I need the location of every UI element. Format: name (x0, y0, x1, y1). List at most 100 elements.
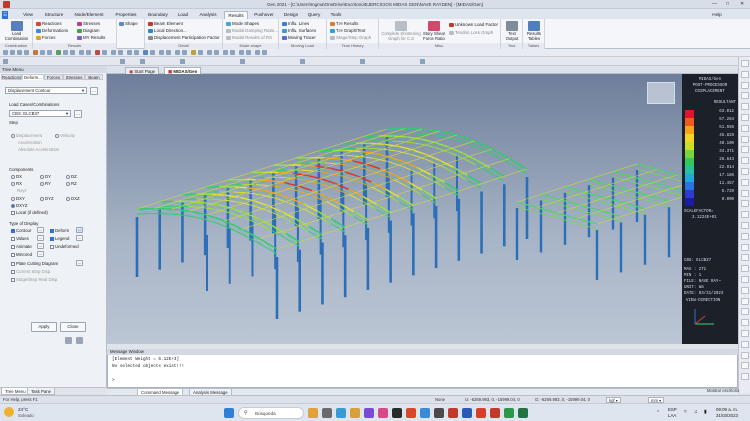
display-contour[interactable]: Contour (11, 228, 31, 233)
tool-button[interactable] (120, 59, 125, 64)
wifi-icon[interactable]: ≈ (684, 409, 687, 415)
load-combination-button[interactable]: Load Combination (2, 21, 31, 41)
influ-surfaces-button[interactable]: Influ. Surfaces (282, 28, 316, 33)
tab-tree-menu[interactable]: Tree Menu (1, 388, 30, 395)
deform-options-button[interactable]: ... (76, 227, 83, 233)
view-tool-button[interactable] (741, 211, 749, 219)
view-tool-button[interactable] (741, 60, 749, 67)
copy-icon[interactable] (76, 337, 83, 344)
view-tool-button[interactable] (741, 114, 749, 121)
display-legend[interactable]: Legend (50, 236, 69, 241)
volume-icon[interactable]: ♫ (694, 409, 698, 415)
view-tool-button[interactable] (741, 81, 749, 89)
view-tool-button[interactable] (741, 135, 749, 143)
tool-button[interactable] (207, 50, 212, 55)
result-type-select[interactable]: Displacement Contour ▾ (5, 87, 87, 94)
menu-tab-pushover[interactable]: Pushover (250, 11, 278, 19)
story-shear-button[interactable]: Story Shear Force Ratio (421, 21, 447, 41)
tool-button[interactable] (159, 50, 164, 55)
maximize-icon[interactable]: □ (726, 1, 729, 7)
animate-options-button[interactable]: ... (37, 243, 44, 249)
help-menu[interactable]: Help (706, 11, 728, 19)
model-viewport[interactable] (107, 74, 682, 344)
tab-beam[interactable]: Beam (85, 74, 103, 80)
component-dyz[interactable]: DYZ (40, 196, 54, 201)
step-absolute-acceleration[interactable]: Absolute Acceleration (18, 147, 59, 152)
print-icon[interactable] (65, 337, 72, 344)
taskbar-app-icon[interactable] (476, 408, 486, 418)
view-tool-button[interactable] (741, 200, 749, 208)
tool-button[interactable] (143, 50, 148, 55)
menu-tab-load[interactable]: Load (174, 11, 192, 19)
view-tool-button[interactable] (741, 265, 749, 273)
tool-button[interactable] (182, 50, 187, 55)
close-button[interactable]: Close (60, 322, 86, 332)
diagram-button[interactable]: Diagram (77, 28, 100, 33)
taskbar-app-icon[interactable] (392, 408, 402, 418)
beam-element-button[interactable]: Beam Element (148, 21, 183, 26)
menu-tab-view[interactable]: View (18, 11, 38, 19)
view-tool-button[interactable] (741, 124, 749, 132)
contour-options-button[interactable]: ... (37, 227, 44, 233)
component-dz[interactable]: DZ (66, 174, 77, 179)
plate-cutting-diagram[interactable]: Plate Cutting Diagram (11, 261, 58, 266)
tool-button[interactable] (166, 50, 171, 55)
th-results-button[interactable]: T.H Results (330, 21, 358, 26)
view-tool-button[interactable] (741, 254, 749, 262)
th-graph-button[interactable]: T.H Graph/Text (330, 28, 365, 33)
view-tool-button[interactable] (741, 330, 749, 337)
taskbar-app-icon[interactable] (336, 408, 346, 418)
menu-tab-query[interactable]: Query (304, 11, 324, 19)
component-rx[interactable]: RX (11, 181, 22, 186)
text-output-button[interactable]: Text Output (502, 21, 522, 41)
view-tool-button[interactable] (741, 319, 749, 327)
tab-forces[interactable]: Forces (44, 74, 63, 80)
tool-button[interactable] (118, 50, 123, 55)
minimize-icon[interactable]: — (712, 1, 717, 7)
tool-button[interactable] (111, 50, 116, 55)
tool-button[interactable] (198, 50, 203, 55)
taskbar-app-icon[interactable] (448, 408, 458, 418)
tool-button[interactable] (240, 59, 245, 64)
tool-button[interactable] (3, 59, 8, 64)
stage-step-graph-button[interactable]: Stage/Step Graph (330, 35, 371, 40)
view-tool-button[interactable] (741, 92, 749, 100)
menu-tab-results[interactable]: Results (224, 11, 248, 19)
close-icon[interactable]: ✕ (740, 1, 744, 7)
view-tool-button[interactable] (741, 157, 749, 165)
tool-button[interactable] (175, 50, 180, 55)
view-tool-button[interactable] (741, 297, 749, 305)
tool-button[interactable] (17, 50, 22, 55)
tool-button[interactable] (300, 59, 305, 64)
display-animate[interactable]: Animate (11, 244, 32, 249)
view-tool-button[interactable] (741, 340, 749, 348)
view-tool-button[interactable] (741, 103, 749, 111)
tab-midas-gen[interactable]: ▣ MIDAS/Gen (164, 67, 202, 74)
results-tables-button[interactable]: Results Tables (524, 21, 544, 41)
modal-damping-button[interactable]: Modal Damping Ratio... (226, 28, 278, 33)
tendon-loss-button[interactable]: Tendon Loss Graph (449, 30, 493, 35)
command-prompt[interactable]: > (112, 378, 115, 383)
menu-tab-analysis[interactable]: Analysis (194, 11, 222, 19)
complete-shortening-button[interactable]: Complete Shortening Graph for C.S (381, 21, 421, 41)
view-tool-button[interactable] (741, 243, 749, 251)
tool-button[interactable] (24, 50, 29, 55)
battery-icon[interactable]: ▮ (704, 409, 707, 415)
stage-step-real-disp[interactable]: Stage/Step Real Disp. (11, 277, 58, 282)
load-case-select[interactable]: CBS: ELCB37 ▾ (9, 110, 71, 117)
tool-button[interactable] (420, 59, 425, 64)
tool-button[interactable] (230, 50, 235, 55)
tool-button[interactable] (86, 50, 91, 55)
tool-button[interactable] (180, 59, 185, 64)
component-dx[interactable]: DX (11, 174, 22, 179)
view-tool-button[interactable] (741, 362, 749, 370)
values-options-button[interactable]: ... (37, 235, 44, 241)
menu-tab-tools[interactable]: Tools (326, 11, 346, 19)
tab-start-page[interactable]: ▣ Start Page (125, 67, 160, 74)
tool-button[interactable] (56, 50, 61, 55)
display-mirrored[interactable]: Mirrored (11, 252, 32, 257)
tool-button[interactable] (70, 50, 75, 55)
load-case-options-button[interactable]: ... (74, 110, 82, 118)
menu-tab-properties[interactable]: Properties (110, 11, 142, 19)
display-deform[interactable]: Deform (50, 228, 69, 233)
